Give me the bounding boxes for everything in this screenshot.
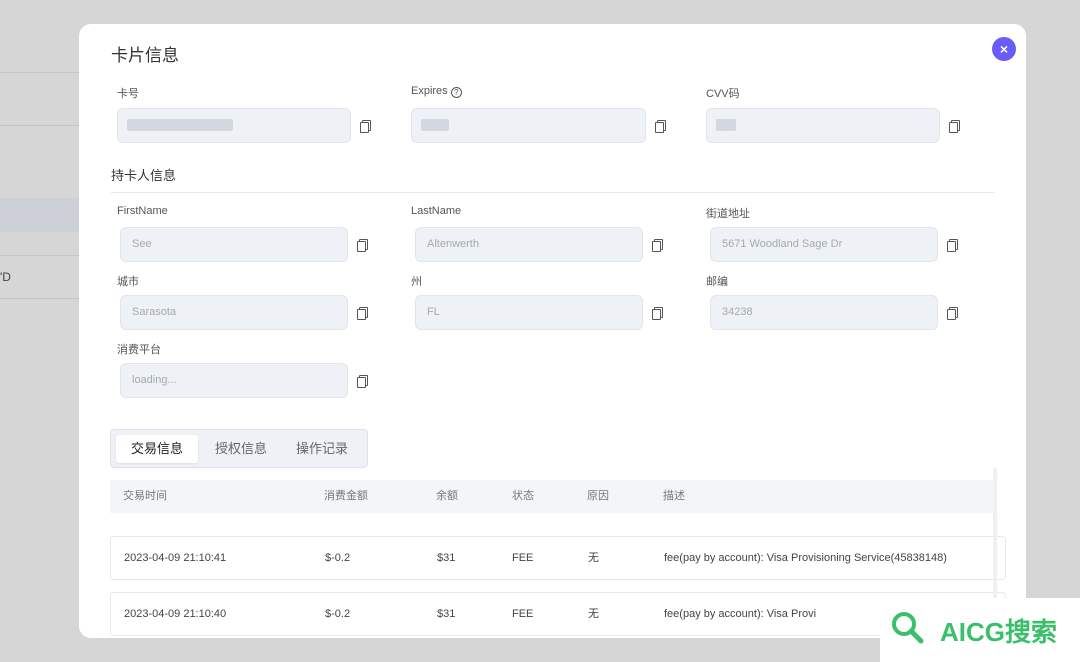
table-row[interactable]: 2023-04-09 21:10:41 $-0.2 $31 FEE 无 fee(… <box>110 536 1006 580</box>
column-header: 消费金额 <box>324 490 368 502</box>
state-label: 州 <box>411 276 422 288</box>
platform-label: 消费平台 <box>117 344 161 356</box>
cvv-label: CVV码 <box>706 88 740 100</box>
copy-icon[interactable] <box>357 375 368 388</box>
card-info-modal: 卡片信息 × 卡号 Expires ? CVV码 持卡人信息 FirstName… <box>79 24 1026 638</box>
transaction-reason: 无 <box>588 552 599 564</box>
transaction-description: fee(pay by account): Visa Provisioning S… <box>664 552 947 564</box>
zip-field[interactable]: 34238 <box>710 295 938 330</box>
transaction-status: FEE <box>512 608 534 620</box>
column-header: 余额 <box>436 490 458 502</box>
copy-icon[interactable] <box>947 239 958 252</box>
card-number-field[interactable] <box>117 108 351 143</box>
city-label: 城市 <box>117 276 139 288</box>
transaction-reason: 无 <box>588 608 599 620</box>
background-divider <box>0 298 90 299</box>
close-button[interactable]: × <box>992 37 1016 61</box>
transaction-balance: $31 <box>437 552 456 564</box>
expires-field[interactable] <box>411 108 646 143</box>
card-number-label: 卡号 <box>117 88 139 100</box>
watermark-text: AICG搜索 <box>940 617 1058 647</box>
tab-operation-log[interactable]: 操作记录 <box>282 435 362 463</box>
tab-bar: 交易信息 授权信息 操作记录 <box>110 429 368 468</box>
copy-icon[interactable] <box>357 239 368 252</box>
copy-icon[interactable] <box>357 307 368 320</box>
cvv-field[interactable] <box>706 108 940 143</box>
transaction-balance: $31 <box>437 608 456 620</box>
column-header: 交易时间 <box>123 490 167 502</box>
copy-icon[interactable] <box>947 307 958 320</box>
column-header: 描述 <box>663 490 685 502</box>
modal-title: 卡片信息 <box>111 46 179 65</box>
expires-label: Expires ? <box>411 85 462 98</box>
platform-field[interactable]: loading... <box>120 363 348 398</box>
table-header: 交易时间 消费金额 余额 状态 原因 描述 <box>110 480 994 513</box>
transaction-amount: $-0.2 <box>325 552 351 564</box>
transaction-amount: $-0.2 <box>325 608 351 620</box>
transaction-status: FEE <box>512 552 534 564</box>
first-name-field[interactable]: See <box>120 227 348 262</box>
transaction-time: 2023-04-09 21:10:41 <box>124 552 227 564</box>
zip-label: 邮编 <box>706 276 728 288</box>
redacted-value <box>716 119 736 132</box>
magnifier-logo-icon <box>892 612 924 644</box>
copy-icon[interactable] <box>949 120 960 133</box>
table-row[interactable]: 2023-04-09 21:10:40 $-0.2 $31 FEE 无 fee(… <box>110 592 1006 636</box>
redacted-value <box>127 119 233 132</box>
last-name-field[interactable]: Altenwerth <box>415 227 643 262</box>
copy-icon[interactable] <box>652 239 663 252</box>
last-name-label: LastName <box>411 205 462 217</box>
city-field[interactable]: Sarasota <box>120 295 348 330</box>
transaction-time: 2023-04-09 21:10:40 <box>124 608 227 620</box>
background-text-fragment: 'D <box>0 270 11 284</box>
background-divider <box>0 125 90 126</box>
background-divider <box>0 255 90 256</box>
background-table-header <box>0 198 90 232</box>
redacted-value <box>421 119 449 132</box>
help-circle-icon[interactable]: ? <box>450 87 462 98</box>
tab-transactions[interactable]: 交易信息 <box>116 435 198 463</box>
first-name-label: FirstName <box>117 205 168 217</box>
state-field[interactable]: FL <box>415 295 643 330</box>
street-field[interactable]: 5671 Woodland Sage Dr <box>710 227 938 262</box>
column-header: 原因 <box>587 490 609 502</box>
copy-icon[interactable] <box>655 120 666 133</box>
tab-authorizations[interactable]: 授权信息 <box>201 435 281 463</box>
column-header: 状态 <box>512 490 534 502</box>
copy-icon[interactable] <box>360 120 371 133</box>
street-label: 街道地址 <box>706 208 750 220</box>
background-divider <box>0 72 90 73</box>
section-divider <box>111 192 995 193</box>
copy-icon[interactable] <box>652 307 663 320</box>
cardholder-section-title: 持卡人信息 <box>111 168 177 183</box>
transaction-description: fee(pay by account): Visa Provi <box>664 608 817 620</box>
